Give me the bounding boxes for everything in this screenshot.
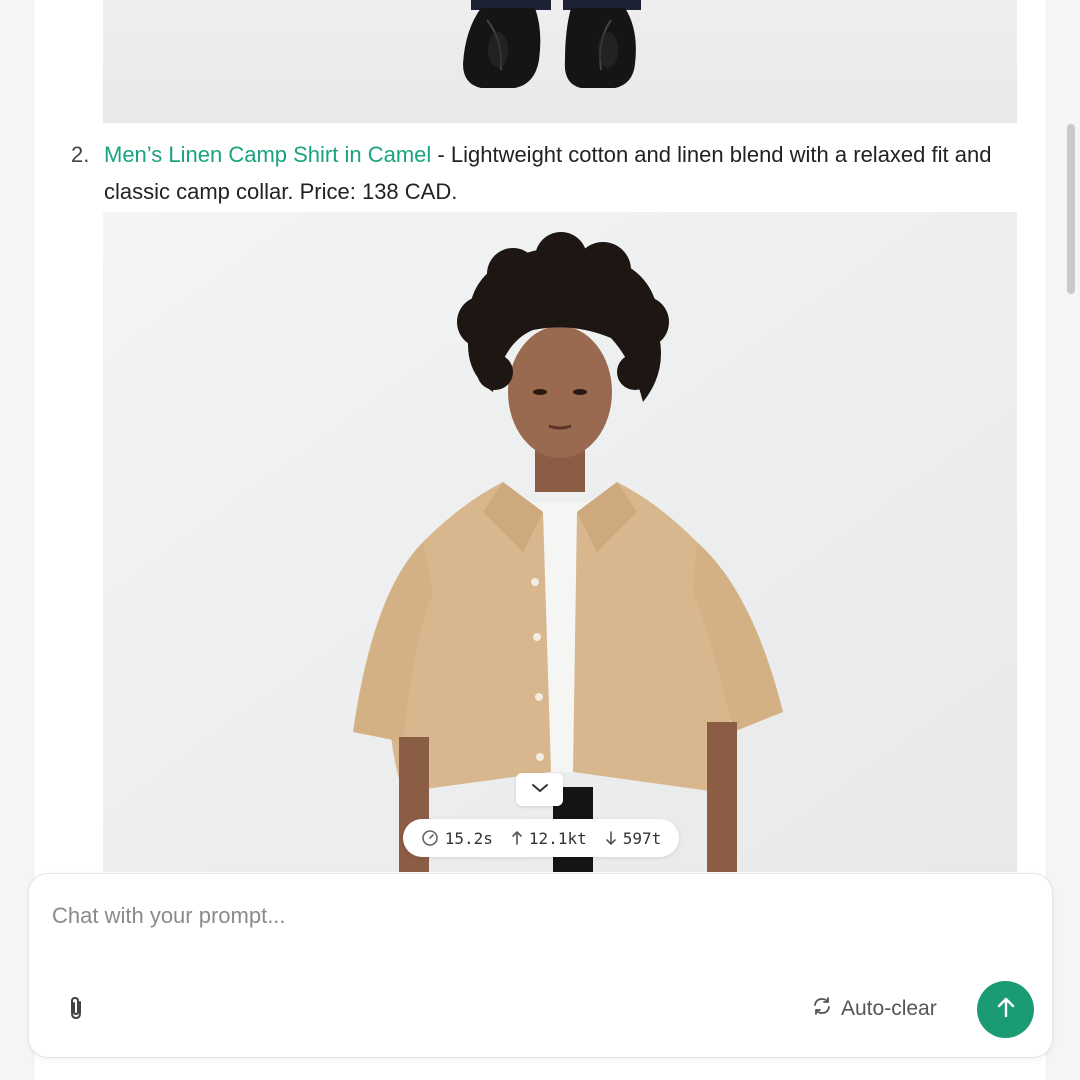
arrow-up-small-icon	[511, 830, 523, 846]
duration-stat: 15.2s	[421, 829, 493, 848]
scrollbar-thumb[interactable]	[1067, 124, 1075, 294]
refresh-icon	[811, 995, 833, 1023]
auto-clear-toggle[interactable]: Auto-clear	[811, 992, 937, 1026]
product-image-shoes	[103, 0, 1017, 123]
list-number: 2.	[71, 142, 90, 167]
tokens-in-value: 12.1kt	[528, 828, 587, 848]
chat-input[interactable]	[52, 896, 952, 936]
chevron-down-icon	[531, 781, 549, 799]
tokens-out-value: 597t	[622, 828, 662, 848]
app-window: 2. Men’s Linen Camp Shirt in Camel - Lig…	[0, 0, 1080, 1080]
scroll-down-button[interactable]	[516, 773, 563, 806]
arrow-up-icon	[995, 995, 1017, 1024]
tokens-in-stat: 12.1kt	[511, 829, 587, 848]
scrollbar[interactable]	[1065, 0, 1077, 1080]
duration-value: 15.2s	[444, 828, 493, 848]
paperclip-icon	[66, 995, 86, 1026]
attach-button[interactable]	[63, 996, 89, 1024]
product-link[interactable]: Men’s Linen Camp Shirt in Camel	[104, 142, 431, 167]
gauge-icon	[421, 829, 439, 847]
tokens-out-stat: 597t	[605, 828, 662, 848]
list-text: Men’s Linen Camp Shirt in Camel - Lightw…	[104, 136, 1004, 210]
arrow-down-small-icon	[605, 830, 617, 846]
send-button[interactable]	[977, 981, 1034, 1038]
auto-clear-label: Auto-clear	[841, 997, 937, 1020]
shoes-illustration	[463, 0, 641, 88]
chat-composer: Auto-clear	[28, 873, 1053, 1058]
response-stats: 15.2s 12.1kt 597t	[403, 819, 679, 857]
